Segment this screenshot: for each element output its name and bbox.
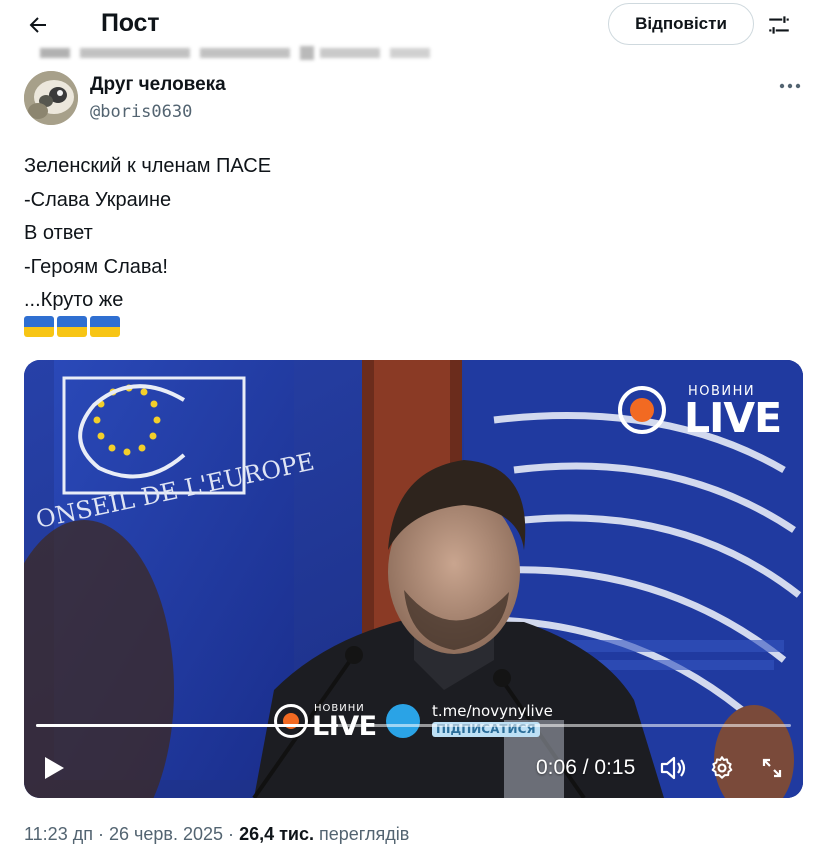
ukraine-flag-icon xyxy=(90,316,120,337)
meta-separator: · xyxy=(228,824,235,844)
post-text-line: -Героям Слава! xyxy=(24,255,168,278)
post-text-line: ...Круто же xyxy=(24,289,124,311)
post-meta: 11:23 дп · 26 черв. 2025 · 26,4 тис. пер… xyxy=(24,824,409,845)
flag-emojis xyxy=(24,316,120,337)
meta-separator: · xyxy=(97,824,104,844)
avatar[interactable] xyxy=(24,71,78,125)
settings-button[interactable] xyxy=(706,752,738,784)
gear-icon xyxy=(711,756,733,779)
post-time[interactable]: 11:23 дп xyxy=(24,824,93,844)
post-text-line: В ответ xyxy=(24,222,93,244)
video-progress-bar[interactable] xyxy=(36,724,791,727)
news-watermark-bottom: НОВИНИ LIVE t.me/novynylive ПІДПИСАТИСЯ xyxy=(274,698,574,742)
video-player[interactable]: ONSEIL DE L'EUROPE НОВИНИ LIVE НОВИНИ LI… xyxy=(24,360,803,798)
reply-button[interactable]: Відповісти xyxy=(608,3,754,45)
views-label: переглядів xyxy=(319,824,410,844)
post-text-line: -Слава Украине xyxy=(24,188,172,211)
filter-button[interactable] xyxy=(764,10,794,40)
scrolled-content-fade xyxy=(40,44,460,62)
more-options-button[interactable] xyxy=(776,76,804,96)
volume-button[interactable] xyxy=(657,752,689,784)
author-handle[interactable]: @boris0630 xyxy=(90,102,192,122)
fullscreen-button[interactable] xyxy=(756,752,788,784)
post-date[interactable]: 26 черв. 2025 xyxy=(109,824,223,844)
top-header: Пост Відповісти xyxy=(0,0,823,50)
news-watermark-top: НОВИНИ LIVE xyxy=(618,382,788,442)
arrow-left-icon xyxy=(29,17,46,33)
post-text: Зеленский к членам ПАСЕ -Слава Украине В… xyxy=(24,150,784,318)
volume-muted-icon xyxy=(660,756,686,780)
expand-icon xyxy=(762,758,782,778)
ukraine-flag-icon xyxy=(57,316,87,337)
post-text-line: Зеленский к членам ПАСЕ xyxy=(24,155,272,177)
ukraine-flag-icon xyxy=(24,316,54,337)
author-name[interactable]: Друг человека xyxy=(90,74,226,96)
video-progress-fill xyxy=(36,724,338,727)
telegram-icon xyxy=(386,704,420,738)
telegram-link-text: t.me/novynylive xyxy=(432,702,553,720)
video-time: 0:06 / 0:15 xyxy=(536,756,636,779)
back-button[interactable] xyxy=(20,8,56,42)
views-count: 26,4 тис. xyxy=(239,824,314,844)
play-icon xyxy=(45,757,64,779)
page-title: Пост xyxy=(101,9,160,37)
sliders-icon xyxy=(769,16,789,34)
more-dots-icon xyxy=(779,83,801,89)
play-button[interactable] xyxy=(38,752,70,784)
